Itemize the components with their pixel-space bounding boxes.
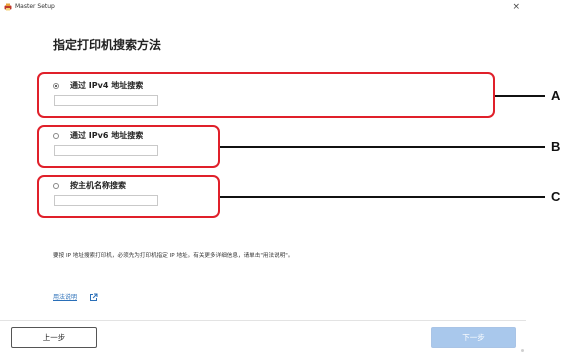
ip-address-note: 要按 IP 地址搜索打印机，必须先为打印机指定 IP 地址。有关更多详细信息，请… bbox=[53, 253, 294, 259]
resize-grip[interactable] bbox=[521, 349, 524, 352]
next-button[interactable]: 下一步 bbox=[431, 327, 516, 348]
printer-setup-icon bbox=[4, 3, 12, 11]
page-title: 指定打印机搜索方法 bbox=[53, 38, 162, 52]
callout-box-c bbox=[37, 175, 220, 218]
callout-label-b: B bbox=[551, 139, 561, 154]
callout-line-c bbox=[220, 196, 545, 198]
callout-label-c: C bbox=[551, 189, 561, 204]
window-title: Master Setup bbox=[15, 3, 55, 10]
footer-divider bbox=[0, 320, 526, 321]
callout-box-b bbox=[37, 125, 220, 168]
callout-label-a: A bbox=[551, 88, 561, 103]
close-button[interactable]: × bbox=[512, 1, 520, 13]
back-button[interactable]: 上一步 bbox=[11, 327, 97, 348]
title-bar: Master Setup × bbox=[0, 0, 526, 14]
callout-box-a bbox=[37, 72, 495, 118]
usage-instructions-link[interactable]: 用法说明 bbox=[53, 294, 77, 302]
callout-line-a bbox=[495, 95, 545, 97]
external-link-icon[interactable] bbox=[89, 293, 98, 302]
callout-line-b bbox=[220, 146, 545, 148]
